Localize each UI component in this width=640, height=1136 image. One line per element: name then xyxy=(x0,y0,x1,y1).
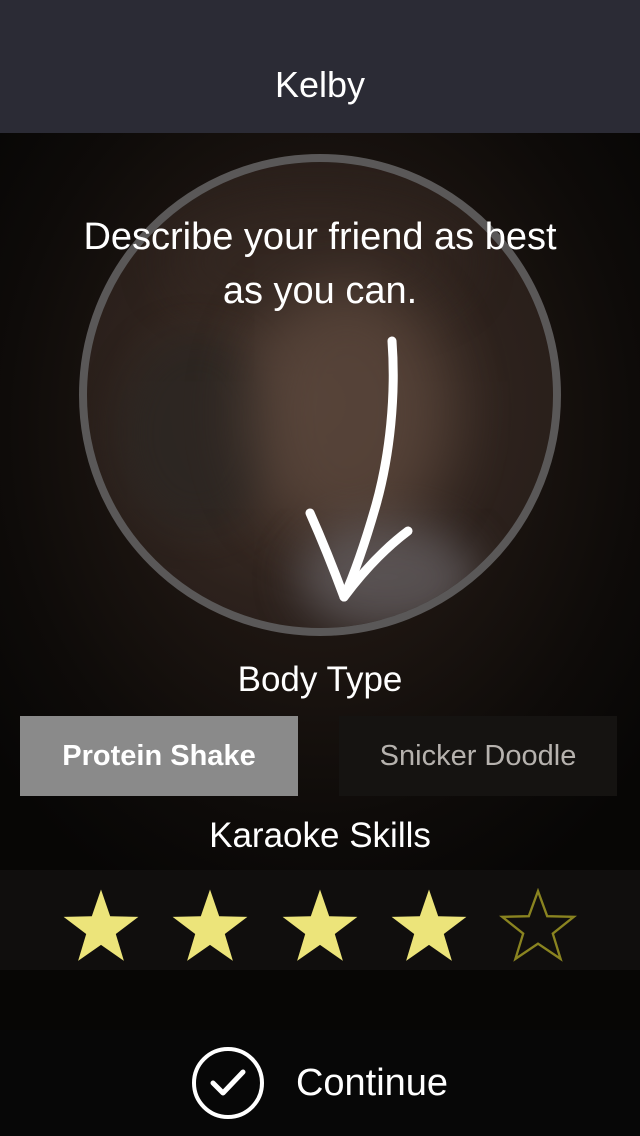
nav-title: Kelby xyxy=(274,64,366,105)
star-filled-icon[interactable] xyxy=(390,888,468,962)
screen: Kelby Describe your friend as best as yo… xyxy=(0,0,640,1136)
star-filled-icon[interactable] xyxy=(62,888,140,962)
body-type-option-protein-shake[interactable]: Protein Shake xyxy=(20,716,298,796)
star-empty-icon[interactable] xyxy=(499,888,577,962)
body-type-label: Body Type xyxy=(237,660,403,699)
karaoke-rating xyxy=(0,870,640,970)
nav-bar: Kelby xyxy=(0,0,640,133)
option-label: Snicker Doodle xyxy=(379,739,577,772)
continue-button[interactable]: Continue xyxy=(0,1030,640,1136)
karaoke-skills-label: Karaoke Skills xyxy=(209,816,431,855)
continue-label: Continue xyxy=(295,1061,449,1104)
star-filled-icon[interactable] xyxy=(171,888,249,962)
instruction-text: Describe your friend as best as you can. xyxy=(83,216,557,312)
option-label: Protein Shake xyxy=(62,739,256,772)
star-filled-icon[interactable] xyxy=(281,888,359,962)
arrow-down-icon xyxy=(305,336,413,602)
body-type-option-snicker-doodle[interactable]: Snicker Doodle xyxy=(339,716,617,796)
check-icon xyxy=(191,1047,264,1119)
